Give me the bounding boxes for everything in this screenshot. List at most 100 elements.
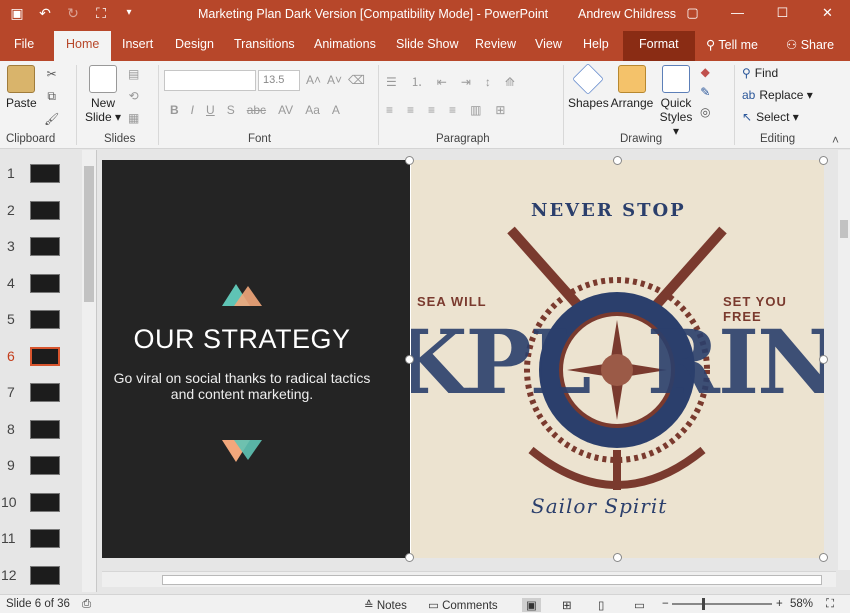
cut-icon[interactable]: ✂ <box>47 67 57 81</box>
slide-sorter-icon[interactable]: ⊞ <box>562 598 572 612</box>
share-button[interactable]: ⚇ Share <box>786 37 834 52</box>
thumbnail-slide-12[interactable]: 12 <box>0 564 80 590</box>
maximize-button[interactable]: ☐ <box>760 0 805 28</box>
tab-slide-show[interactable]: Slide Show <box>396 37 459 51</box>
shadow-icon[interactable]: S <box>227 103 235 117</box>
numbering-icon[interactable]: ⒈ <box>411 73 423 90</box>
thumbnail-slide-4[interactable]: 4 <box>0 272 80 298</box>
font-size-input[interactable]: 13.5 <box>258 70 300 91</box>
find-button[interactable]: ⚲ Find <box>742 66 778 80</box>
undo-icon[interactable]: ↶ <box>36 4 54 22</box>
resize-handle-w[interactable] <box>405 355 414 364</box>
clear-format-icon[interactable]: ⌫ <box>348 73 365 87</box>
paste-button[interactable]: Paste <box>6 65 37 110</box>
tab-transitions[interactable]: Transitions <box>234 37 295 51</box>
thumbnail-slide-9[interactable]: 9 <box>0 454 80 480</box>
thumbnail-slide-10[interactable]: 10 <box>0 491 80 517</box>
quick-styles-button[interactable]: Quick Styles ▾ <box>656 65 696 138</box>
shrink-font-icon[interactable]: A˅ <box>327 73 342 87</box>
user-name[interactable]: Andrew Childress <box>578 7 676 21</box>
resize-handle-e[interactable] <box>819 355 828 364</box>
redo-icon[interactable]: ↻ <box>64 4 82 22</box>
scrollbar-knob[interactable] <box>840 220 848 238</box>
strikethrough-icon[interactable]: abc <box>247 103 266 117</box>
slide-title[interactable]: OUR STRATEGY <box>102 324 382 355</box>
thumbnail-slide-3[interactable]: 3 <box>0 235 80 261</box>
save-icon[interactable]: ▣ <box>8 4 26 22</box>
reset-icon[interactable]: ⟲ <box>129 89 139 103</box>
increase-indent-icon[interactable]: ⇥ <box>461 75 471 89</box>
zoom-level[interactable]: 58% <box>790 598 813 610</box>
thumbnail-slide-11[interactable]: 11 <box>0 527 80 553</box>
customize-qat-icon[interactable]: ▾ <box>120 4 138 22</box>
bullets-icon[interactable]: ☰ <box>386 75 397 89</box>
columns-icon[interactable]: ▥ <box>470 103 481 117</box>
thumbnail-slide-1[interactable]: 1 <box>0 162 80 188</box>
comments-button[interactable]: ▭ Comments <box>428 598 498 612</box>
tab-animations[interactable]: Animations <box>314 37 376 51</box>
format-painter-icon[interactable]: 🖌 <box>44 112 59 126</box>
tab-insert[interactable]: Insert <box>122 37 153 51</box>
resize-handle-se[interactable] <box>819 553 828 562</box>
align-left-icon[interactable]: ≡ <box>386 103 393 117</box>
zoom-in-icon[interactable]: + <box>776 598 783 610</box>
align-right-icon[interactable]: ≡ <box>428 103 435 117</box>
replace-button[interactable]: ab Replace ▾ <box>742 88 813 102</box>
resize-handle-s[interactable] <box>613 553 622 562</box>
thumbnail-slide-5[interactable]: 5 <box>0 308 80 334</box>
section-icon[interactable]: ▦ <box>128 111 139 125</box>
normal-view-icon[interactable]: ▣ <box>522 598 541 612</box>
tab-home[interactable]: Home <box>54 31 112 61</box>
editor-vertical-scrollbar[interactable] <box>838 150 850 570</box>
shape-fill-icon[interactable]: ◆ <box>701 65 710 79</box>
decrease-indent-icon[interactable]: ⇤ <box>437 75 447 89</box>
resize-handle-n[interactable] <box>613 156 622 165</box>
line-spacing-icon[interactable]: ↕ <box>485 75 491 89</box>
zoom-slider[interactable] <box>672 598 772 610</box>
slideshow-view-icon[interactable]: ▭ <box>634 598 645 612</box>
zoom-slider-knob[interactable] <box>702 598 705 610</box>
editor-horizontal-scrollbar[interactable] <box>102 571 836 587</box>
slide-subtitle[interactable]: Go viral on social thanks to radical tac… <box>102 370 382 402</box>
resize-handle-sw[interactable] <box>405 553 414 562</box>
tab-review[interactable]: Review <box>475 37 516 51</box>
close-button[interactable]: ✕ <box>805 0 850 28</box>
zoom-out-icon[interactable]: − <box>662 598 669 610</box>
layout-icon[interactable]: ▤ <box>128 67 139 81</box>
underline-icon[interactable]: U <box>206 103 215 117</box>
sailor-emblem-picture[interactable]: NEVER STOP SEA WILL SET YOU FREE KPL RIN… <box>411 160 824 558</box>
shape-effects-icon[interactable]: ◎ <box>700 105 710 119</box>
align-center-icon[interactable]: ≡ <box>407 103 414 117</box>
ribbon-display-icon[interactable]: ▢ <box>670 0 715 28</box>
reading-view-icon[interactable]: ▯ <box>598 598 604 612</box>
thumbnail-slide-6[interactable]: 6 <box>0 345 80 371</box>
shape-outline-icon[interactable]: ✎ <box>700 85 710 99</box>
tab-file[interactable]: File <box>14 37 34 51</box>
italic-icon[interactable]: I <box>191 103 194 117</box>
justify-icon[interactable]: ≡ <box>449 103 456 117</box>
text-direction-icon[interactable]: ⟰ <box>505 75 515 89</box>
shapes-button[interactable]: Shapes <box>568 63 609 110</box>
tab-help[interactable]: Help <box>583 37 609 51</box>
thumbnail-slide-2[interactable]: 2 <box>0 199 80 225</box>
copy-icon[interactable]: ⧉ <box>47 89 56 104</box>
scrollbar-knob[interactable] <box>84 166 94 302</box>
tab-view[interactable]: View <box>535 37 562 51</box>
smartart-icon[interactable]: ⊞ <box>495 103 505 117</box>
grow-font-icon[interactable]: A˄ <box>306 73 321 87</box>
arrange-button[interactable]: Arrange <box>610 65 654 110</box>
new-slide-button[interactable]: New Slide ▾ <box>84 65 122 124</box>
bold-icon[interactable]: B <box>170 103 179 117</box>
char-spacing-icon[interactable]: AV <box>278 103 293 117</box>
present-icon[interactable]: ⛶ <box>92 4 110 22</box>
current-slide[interactable]: OUR STRATEGY Go viral on social thanks t… <box>102 160 824 558</box>
thumbnail-slide-7[interactable]: 7 <box>0 381 80 407</box>
resize-handle-nw[interactable] <box>405 156 414 165</box>
tab-format[interactable]: Format <box>623 31 695 61</box>
tell-me-box[interactable]: ⚲ Tell me <box>706 37 758 52</box>
notes-button[interactable]: ≙ Notes <box>364 598 407 612</box>
font-name-input[interactable] <box>164 70 256 91</box>
scrollbar-knob[interactable] <box>162 575 822 585</box>
select-button[interactable]: ↖ Select ▾ <box>742 110 799 124</box>
font-color-icon[interactable]: A <box>332 103 340 117</box>
